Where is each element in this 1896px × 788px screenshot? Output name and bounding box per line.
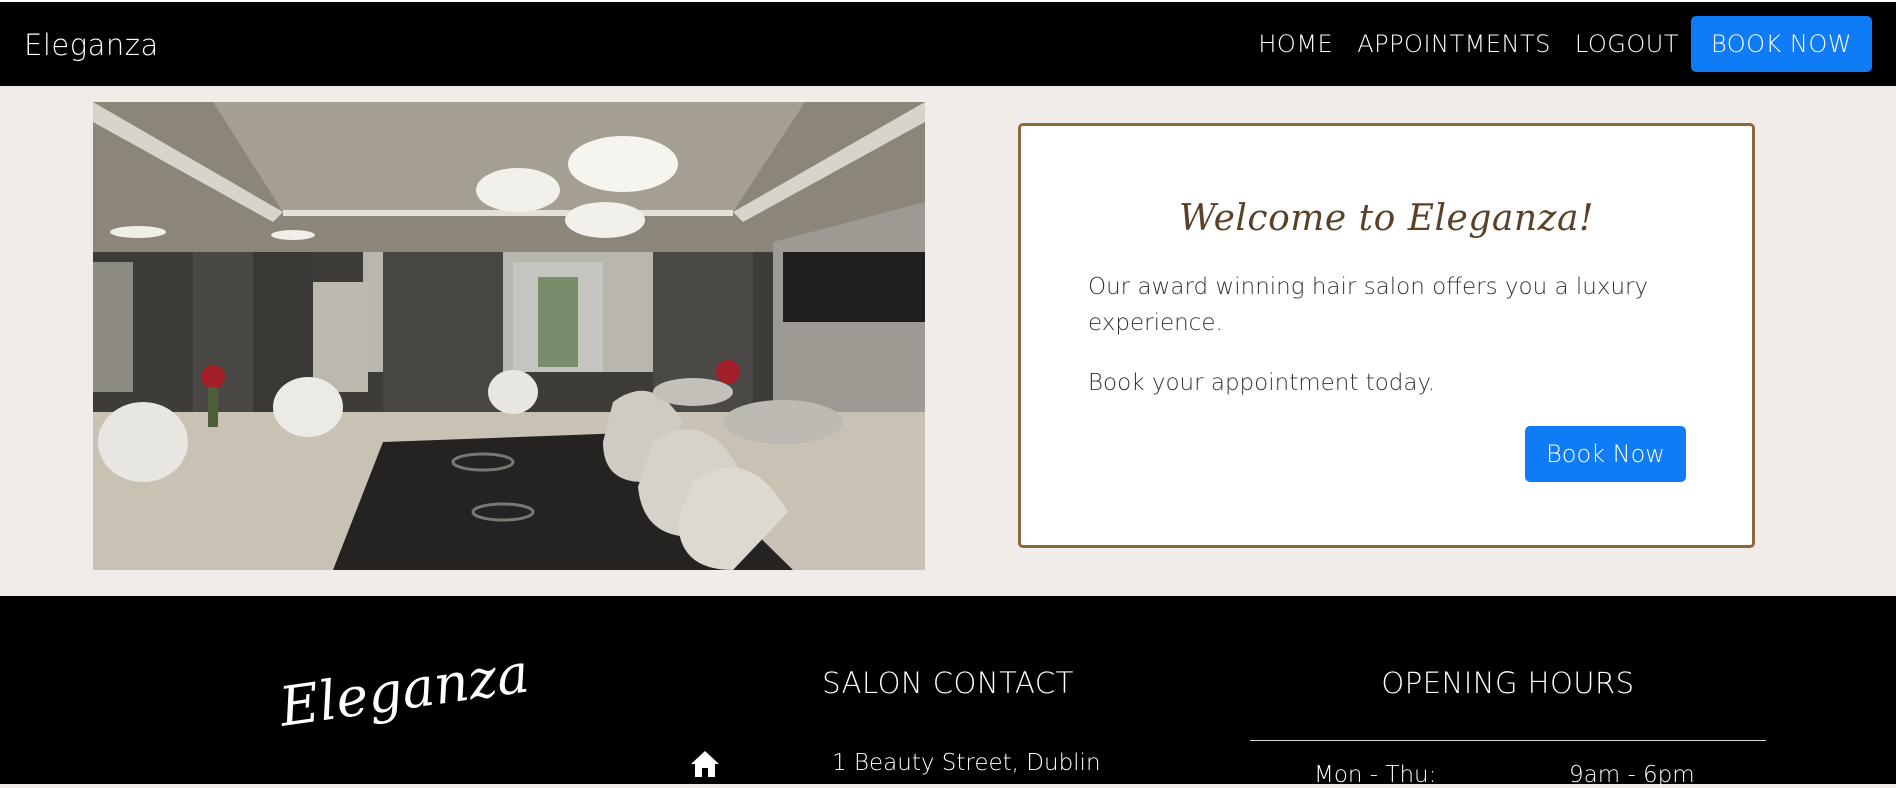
top-navbar: Eleganza HOME APPOINTMENTS LOGOUT BOOK N… [0,0,1896,86]
nav-logout-link[interactable]: LOGOUT [1575,30,1679,58]
contact-address: 1 Beauty Street, Dublin [832,750,1101,776]
hours-divider [1250,740,1766,741]
nav-home-link[interactable]: HOME [1258,30,1333,58]
salon-interior-photo [93,102,925,570]
welcome-title: Welcome to Eleganza! [1179,198,1594,239]
nav-appointments-link[interactable]: APPOINTMENTS [1357,30,1551,58]
hours-time: 9am - 6pm [1569,762,1695,788]
home-icon [691,751,719,777]
footer-logo: Eleganza [275,641,533,739]
welcome-paragraph-book: Book your appointment today. [1088,370,1436,396]
nav-links: HOME APPOINTMENTS LOGOUT BOOK NOW [1234,16,1872,72]
welcome-card: Welcome to Eleganza! Our award winning h… [1018,123,1755,548]
footer: Eleganza SALON CONTACT 1 Beauty Street, … [0,596,1896,788]
nav-book-now-button[interactable]: BOOK NOW [1690,16,1872,72]
brand-logo[interactable]: Eleganza [24,28,159,62]
opening-hours-heading: OPENING HOURS [1381,666,1635,700]
hours-day: Mon - Thu: [1314,762,1437,788]
salon-contact-heading: SALON CONTACT [822,666,1074,700]
card-book-now-button[interactable]: Book Now [1525,426,1686,482]
welcome-paragraph-award: Our award winning hair salon offers you … [1088,274,1649,336]
